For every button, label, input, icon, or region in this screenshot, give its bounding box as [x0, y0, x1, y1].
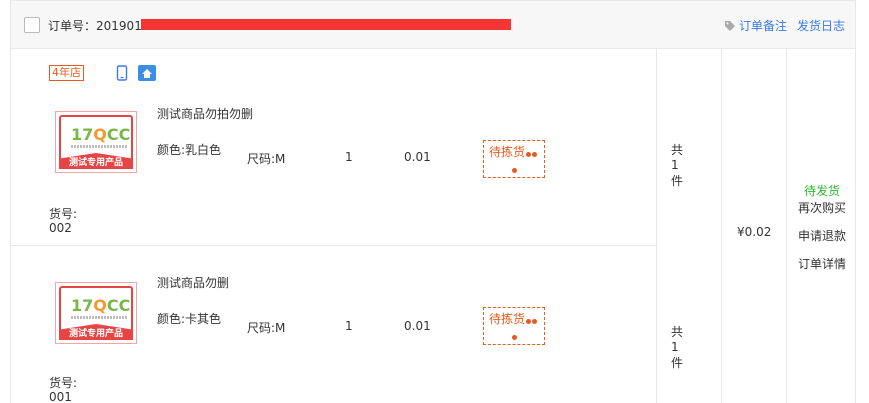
- product-price: 0.01: [404, 150, 431, 164]
- product-price: 0.01: [404, 319, 431, 333]
- order-number: 订单号：201901: [48, 17, 142, 34]
- product-quantity: 1: [345, 150, 353, 164]
- column-divider: [656, 49, 657, 403]
- order-actions: 待发货 再次购买 申请退款 订单详情: [787, 183, 857, 272]
- pick-status-label: 待拣货: [489, 145, 526, 159]
- mobile-icon[interactable]: [116, 65, 128, 81]
- thumbnail-footer: 测试专用产品: [59, 153, 133, 169]
- product-color: 颜色:乳白色: [157, 143, 222, 157]
- shop-age-badge: 4年店: [49, 65, 84, 81]
- order-number-value: 201901: [96, 19, 142, 33]
- status-dots: [525, 146, 538, 160]
- order-item: 17QCC 测试专用产品 测试商品勿删 颜色:卡其色 尺码:M 1 0.01 待…: [11, 246, 683, 403]
- column-divider: [721, 49, 722, 403]
- tag-icon: [724, 20, 735, 31]
- item-count: 共1件: [671, 325, 684, 370]
- thumbnail-frame: 17QCC 测试专用产品: [59, 115, 133, 169]
- thumbnail-subtext: [71, 145, 127, 148]
- order-details-link[interactable]: 订单详情: [787, 256, 857, 272]
- sku-value: 001: [49, 390, 72, 403]
- sku-value: 002: [49, 221, 72, 235]
- request-refund-link[interactable]: 申请退款: [787, 228, 857, 244]
- shipping-log-link[interactable]: 发货日志: [797, 17, 845, 34]
- order-number-label: 订单号：: [48, 19, 97, 33]
- sku-label: 货号:: [49, 207, 78, 221]
- product-title[interactable]: 测试商品勿删: [157, 274, 229, 291]
- product-title[interactable]: 测试商品勿拍勿删: [157, 105, 253, 122]
- status-dots: [525, 313, 538, 327]
- status-dot: [512, 335, 517, 340]
- product-thumbnail[interactable]: 17QCC 测试专用产品: [55, 111, 137, 173]
- buy-again-link[interactable]: 再次购买: [787, 200, 857, 216]
- thumbnail-frame: 17QCC 测试专用产品: [59, 286, 133, 340]
- order-item: 17QCC 测试专用产品 测试商品勿拍勿删 颜色:乳白色 尺码:M 1 0.01…: [11, 49, 683, 246]
- thumbnail-subtext: [71, 316, 127, 319]
- order-total: ¥0.02: [737, 225, 772, 239]
- order-status: 待发货: [803, 184, 840, 198]
- order-header-links: 订单备注 发货日志: [724, 17, 845, 34]
- thumbnail-logo: 17QCC: [71, 125, 131, 144]
- order-card: 订单号：201901 订单备注 发货日志 17QCC 测试专用产品 测试商品勿拍…: [10, 0, 856, 403]
- order-header: 订单号：201901 订单备注 发货日志: [11, 1, 855, 49]
- product-quantity: 1: [345, 319, 353, 333]
- order-remark-label: 订单备注: [738, 19, 787, 33]
- product-thumbnail[interactable]: 17QCC 测试专用产品: [55, 282, 137, 344]
- product-size: 尺码:M: [247, 152, 286, 166]
- pick-status-label: 待拣货: [489, 312, 526, 326]
- thumbnail-logo: 17QCC: [71, 296, 131, 315]
- redacted-bar: [141, 19, 511, 30]
- thumbnail-footer: 测试专用产品: [59, 324, 133, 340]
- shop-icon[interactable]: [138, 65, 156, 81]
- product-size: 尺码:M: [247, 321, 286, 335]
- sku-label: 货号:: [49, 376, 78, 390]
- order-remark-link[interactable]: 订单备注: [724, 17, 787, 34]
- pick-status-badge[interactable]: 待拣货: [483, 140, 545, 178]
- order-checkbox[interactable]: [24, 17, 40, 33]
- pick-status-badge[interactable]: 待拣货: [483, 307, 545, 345]
- product-color: 颜色:卡其色: [157, 312, 222, 326]
- status-dot: [512, 168, 517, 173]
- item-count: 共1件: [671, 143, 684, 188]
